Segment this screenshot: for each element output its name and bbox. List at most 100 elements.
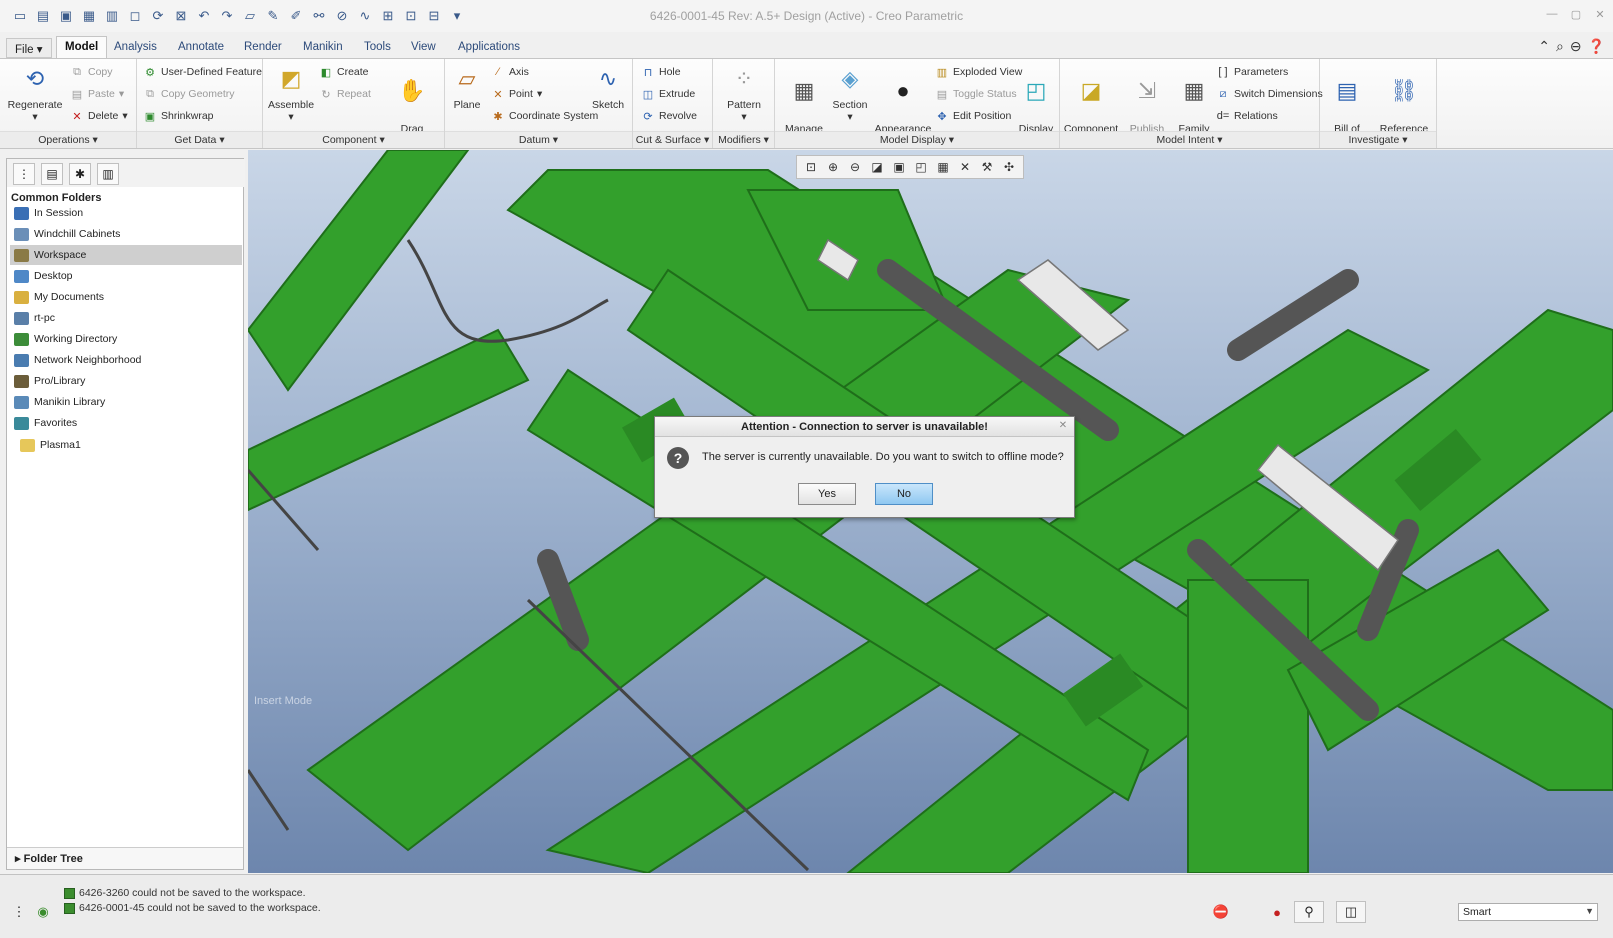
copy-button[interactable]: ⧉ Copy: [70, 63, 112, 81]
find-icon[interactable]: ⚲: [1294, 901, 1324, 923]
spin-center-icon[interactable]: ✣: [999, 158, 1019, 176]
group-label[interactable]: Component ▾: [263, 131, 444, 148]
switch-dimensions-button[interactable]: ⧄ Switch Dimensions: [1216, 85, 1323, 103]
axis-button[interactable]: ⁄ Axis: [491, 63, 529, 81]
group-label[interactable]: Modifiers ▾: [713, 131, 774, 148]
zoom-in-icon[interactable]: ⊕: [823, 158, 843, 176]
relations-button[interactable]: d= Relations: [1216, 107, 1278, 125]
message-text: 6426-0001-45 could not be saved to the w…: [79, 902, 321, 914]
favorites-tab-icon[interactable]: ✱: [69, 163, 91, 185]
pattern-button[interactable]: ⁘ Pattern ▾: [719, 62, 769, 124]
exploded-view-icon: ▥: [936, 66, 948, 79]
folder-item-pro-library[interactable]: Pro/Library: [10, 371, 242, 391]
saved-orientations-icon[interactable]: ◰: [911, 158, 931, 176]
tab-model[interactable]: Model: [56, 36, 108, 59]
community-icon[interactable]: ⊖: [1570, 38, 1582, 55]
server-unavailable-dialog: Attention - Connection to server is unav…: [654, 416, 1075, 518]
dialog-title: Attention - Connection to server is unav…: [655, 417, 1074, 437]
selection-window-icon[interactable]: ◫: [1336, 901, 1366, 923]
filter-value: Smart: [1463, 906, 1492, 918]
assemble-button[interactable]: ◩ Assemble ▾: [265, 62, 317, 124]
datum-display-icon[interactable]: ✕: [955, 158, 975, 176]
section-button[interactable]: ◈ Section ▾: [829, 62, 871, 124]
help-icon[interactable]: ❓: [1588, 38, 1605, 55]
message-text: 6426-3260 could not be saved to the work…: [79, 887, 306, 899]
group-label[interactable]: Model Intent ▾: [1060, 131, 1319, 148]
plane-button[interactable]: ▱ Plane: [447, 62, 487, 112]
tab-tools[interactable]: Tools: [356, 38, 399, 58]
yes-button[interactable]: Yes: [798, 483, 856, 505]
group-label[interactable]: Get Data ▾: [137, 131, 262, 148]
repaint-icon[interactable]: ◪: [867, 158, 887, 176]
sketch-button[interactable]: ∿ Sketch: [587, 62, 629, 112]
group-label[interactable]: Cut & Surface ▾: [633, 131, 712, 148]
folder-item-manikin-library[interactable]: Manikin Library: [10, 392, 242, 412]
repeat-button[interactable]: ↻ Repeat: [319, 85, 370, 103]
display-style-icon[interactable]: ▣: [889, 158, 909, 176]
pattern-icon: ⁘: [734, 66, 754, 91]
hole-button[interactable]: ⊓ Hole: [641, 63, 681, 81]
coordinate-system-button[interactable]: ✱ Coordinate System: [491, 107, 598, 125]
create-icon: ◧: [320, 66, 332, 79]
folder-item-plasma1[interactable]: Plasma1: [10, 435, 242, 455]
group-label[interactable]: Datum ▾: [445, 131, 632, 148]
folder-tree-toggle[interactable]: ▸ Folder Tree: [7, 847, 243, 869]
folder-item-working-directory[interactable]: Working Directory: [10, 329, 242, 349]
folder-item-favorites[interactable]: Favorites: [10, 413, 242, 433]
folder-browser-tab-icon[interactable]: ▤: [41, 163, 63, 185]
udf-button[interactable]: ⚙ User-Defined Feature: [143, 63, 262, 81]
navigator-toggle-icon[interactable]: ⋮: [8, 901, 30, 923]
no-button[interactable]: No: [875, 483, 933, 505]
exploded-view-button[interactable]: ▥ Exploded View: [935, 63, 1022, 81]
tab-analysis[interactable]: Analysis: [106, 38, 165, 58]
label: Modifiers: [718, 134, 761, 146]
search-icon[interactable]: ⌕: [1556, 38, 1564, 55]
create-button[interactable]: ◧ Create: [319, 63, 369, 81]
folder-icon: [14, 353, 29, 367]
group-label[interactable]: Operations ▾: [0, 131, 136, 148]
delete-button[interactable]: ✕ Delete ▾: [70, 107, 127, 125]
record-icon[interactable]: ●: [1262, 901, 1292, 923]
layer-tab-icon[interactable]: ▥: [97, 163, 119, 185]
tab-applications[interactable]: Applications: [450, 38, 528, 58]
stop-regeneration-icon[interactable]: ⛔: [1206, 901, 1236, 923]
view-manager-icon[interactable]: ▦: [933, 158, 953, 176]
tab-render[interactable]: Render: [236, 38, 290, 58]
folder-item-network-neighborhood[interactable]: Network Neighborhood: [10, 350, 242, 370]
annotation-display-icon[interactable]: ⚒: [977, 158, 997, 176]
maximize-button[interactable]: ▢: [1565, 8, 1587, 24]
copy-geometry-button[interactable]: ⧉ Copy Geometry: [143, 85, 234, 103]
folder-item-my-documents[interactable]: My Documents: [10, 287, 242, 307]
regenerate-button[interactable]: ⟲ Regenerate ▾: [6, 62, 64, 124]
model-tree-tab-icon[interactable]: ⋮: [13, 163, 35, 185]
browser-toggle-icon[interactable]: ◉: [32, 901, 54, 923]
zoom-out-icon[interactable]: ⊖: [845, 158, 865, 176]
close-button[interactable]: ✕: [1589, 8, 1611, 24]
paste-button[interactable]: ▤ Paste ▾: [70, 85, 124, 103]
collapse-ribbon-icon[interactable]: ⌃: [1538, 38, 1550, 55]
folder-item-in-session[interactable]: In Session: [10, 203, 242, 223]
extrude-button[interactable]: ◫ Extrude: [641, 85, 695, 103]
folder-item-rt-pc[interactable]: rt-pc: [10, 308, 242, 328]
edit-position-button[interactable]: ✥ Edit Position: [935, 107, 1011, 125]
tab-file[interactable]: File ▾: [6, 38, 52, 58]
group-label[interactable]: Investigate ▾: [1320, 131, 1436, 148]
folder-item-desktop[interactable]: Desktop: [10, 266, 242, 286]
refit-icon[interactable]: ⊡: [801, 158, 821, 176]
group-label[interactable]: Model Display ▾: [775, 131, 1059, 148]
selection-filter-select[interactable]: Smart ▼: [1458, 903, 1598, 921]
parameters-button[interactable]: [ ] Parameters: [1216, 63, 1288, 81]
folder-item-workspace[interactable]: Workspace: [10, 245, 242, 265]
minimize-button[interactable]: —: [1541, 8, 1563, 24]
tab-view[interactable]: View: [403, 38, 444, 58]
label: Relations: [1234, 110, 1278, 122]
shrinkwrap-button[interactable]: ▣ Shrinkwrap: [143, 107, 214, 125]
tab-annotate[interactable]: Annotate: [170, 38, 232, 58]
revolve-button[interactable]: ⟳ Revolve: [641, 107, 697, 125]
shrinkwrap-icon: ▣: [144, 110, 156, 123]
toggle-status-button[interactable]: ▤ Toggle Status: [935, 85, 1017, 103]
point-button[interactable]: ✕ Point ▾: [491, 85, 542, 103]
dialog-close-icon[interactable]: ✕: [1057, 420, 1069, 432]
tab-manikin[interactable]: Manikin: [295, 38, 351, 58]
folder-item-windchill-cabinets[interactable]: Windchill Cabinets: [10, 224, 242, 244]
